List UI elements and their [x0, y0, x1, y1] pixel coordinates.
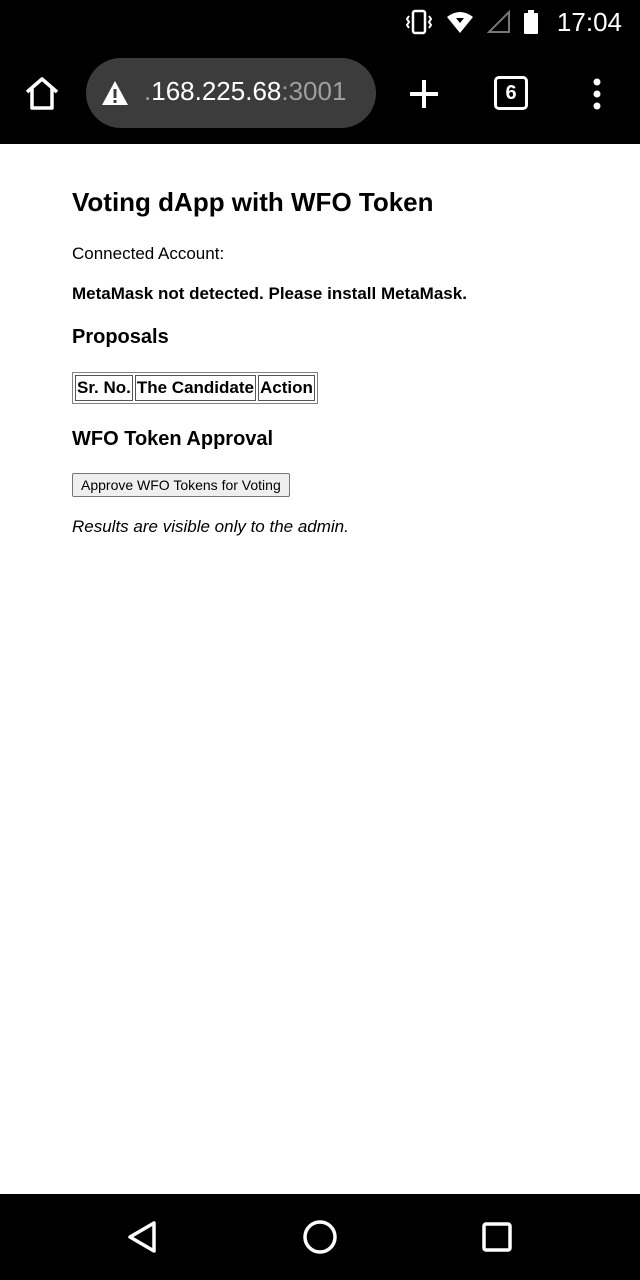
header-candidate: The Candidate — [134, 375, 256, 401]
results-note: Results are visible only to the admin. — [72, 517, 349, 536]
header-action: Action — [257, 375, 315, 401]
page-title: Voting dApp with WFO Token — [72, 187, 434, 217]
table-header-row: Sr. No. The Candidate Action — [75, 375, 315, 401]
url-text[interactable]: .168.225.68:3001 — [144, 76, 346, 107]
recents-icon[interactable] — [478, 1218, 516, 1256]
battery-icon — [523, 10, 538, 34]
status-icons: 17:04 — [405, 6, 622, 38]
address-bar[interactable]: .168.225.68:3001 — [86, 58, 376, 128]
token-approval-heading: WFO Token Approval — [72, 428, 274, 450]
status-bar: 17:04 — [0, 0, 640, 44]
warning-icon[interactable] — [100, 78, 130, 108]
vibrate-icon — [405, 9, 433, 35]
proposals-table: Sr. No. The Candidate Action — [72, 372, 318, 404]
plus-icon[interactable] — [404, 74, 444, 114]
status-time: 17:04 — [556, 6, 622, 37]
url-port: :3001 — [281, 76, 347, 106]
proposals-heading: Proposals — [72, 326, 169, 348]
wifi-icon — [446, 12, 473, 33]
more-vert-icon[interactable] — [584, 74, 610, 114]
home-circle-icon[interactable] — [301, 1218, 339, 1256]
system-nav-bar — [0, 1194, 640, 1280]
browser-toolbar: .168.225.68:3001 6 — [0, 44, 640, 144]
header-sr-no: Sr. No. — [75, 375, 133, 401]
signal-icon — [486, 10, 510, 33]
back-icon[interactable] — [124, 1218, 162, 1256]
metamask-warning: MetaMask not detected. Please install Me… — [72, 284, 467, 303]
url-host: 168.225.68 — [151, 76, 282, 106]
tab-switcher-icon[interactable]: 6 — [494, 76, 528, 110]
connected-account-label: Connected Account: — [72, 244, 225, 263]
home-icon[interactable] — [22, 74, 62, 114]
approve-tokens-button[interactable]: Approve WFO Tokens for Voting — [72, 473, 290, 497]
